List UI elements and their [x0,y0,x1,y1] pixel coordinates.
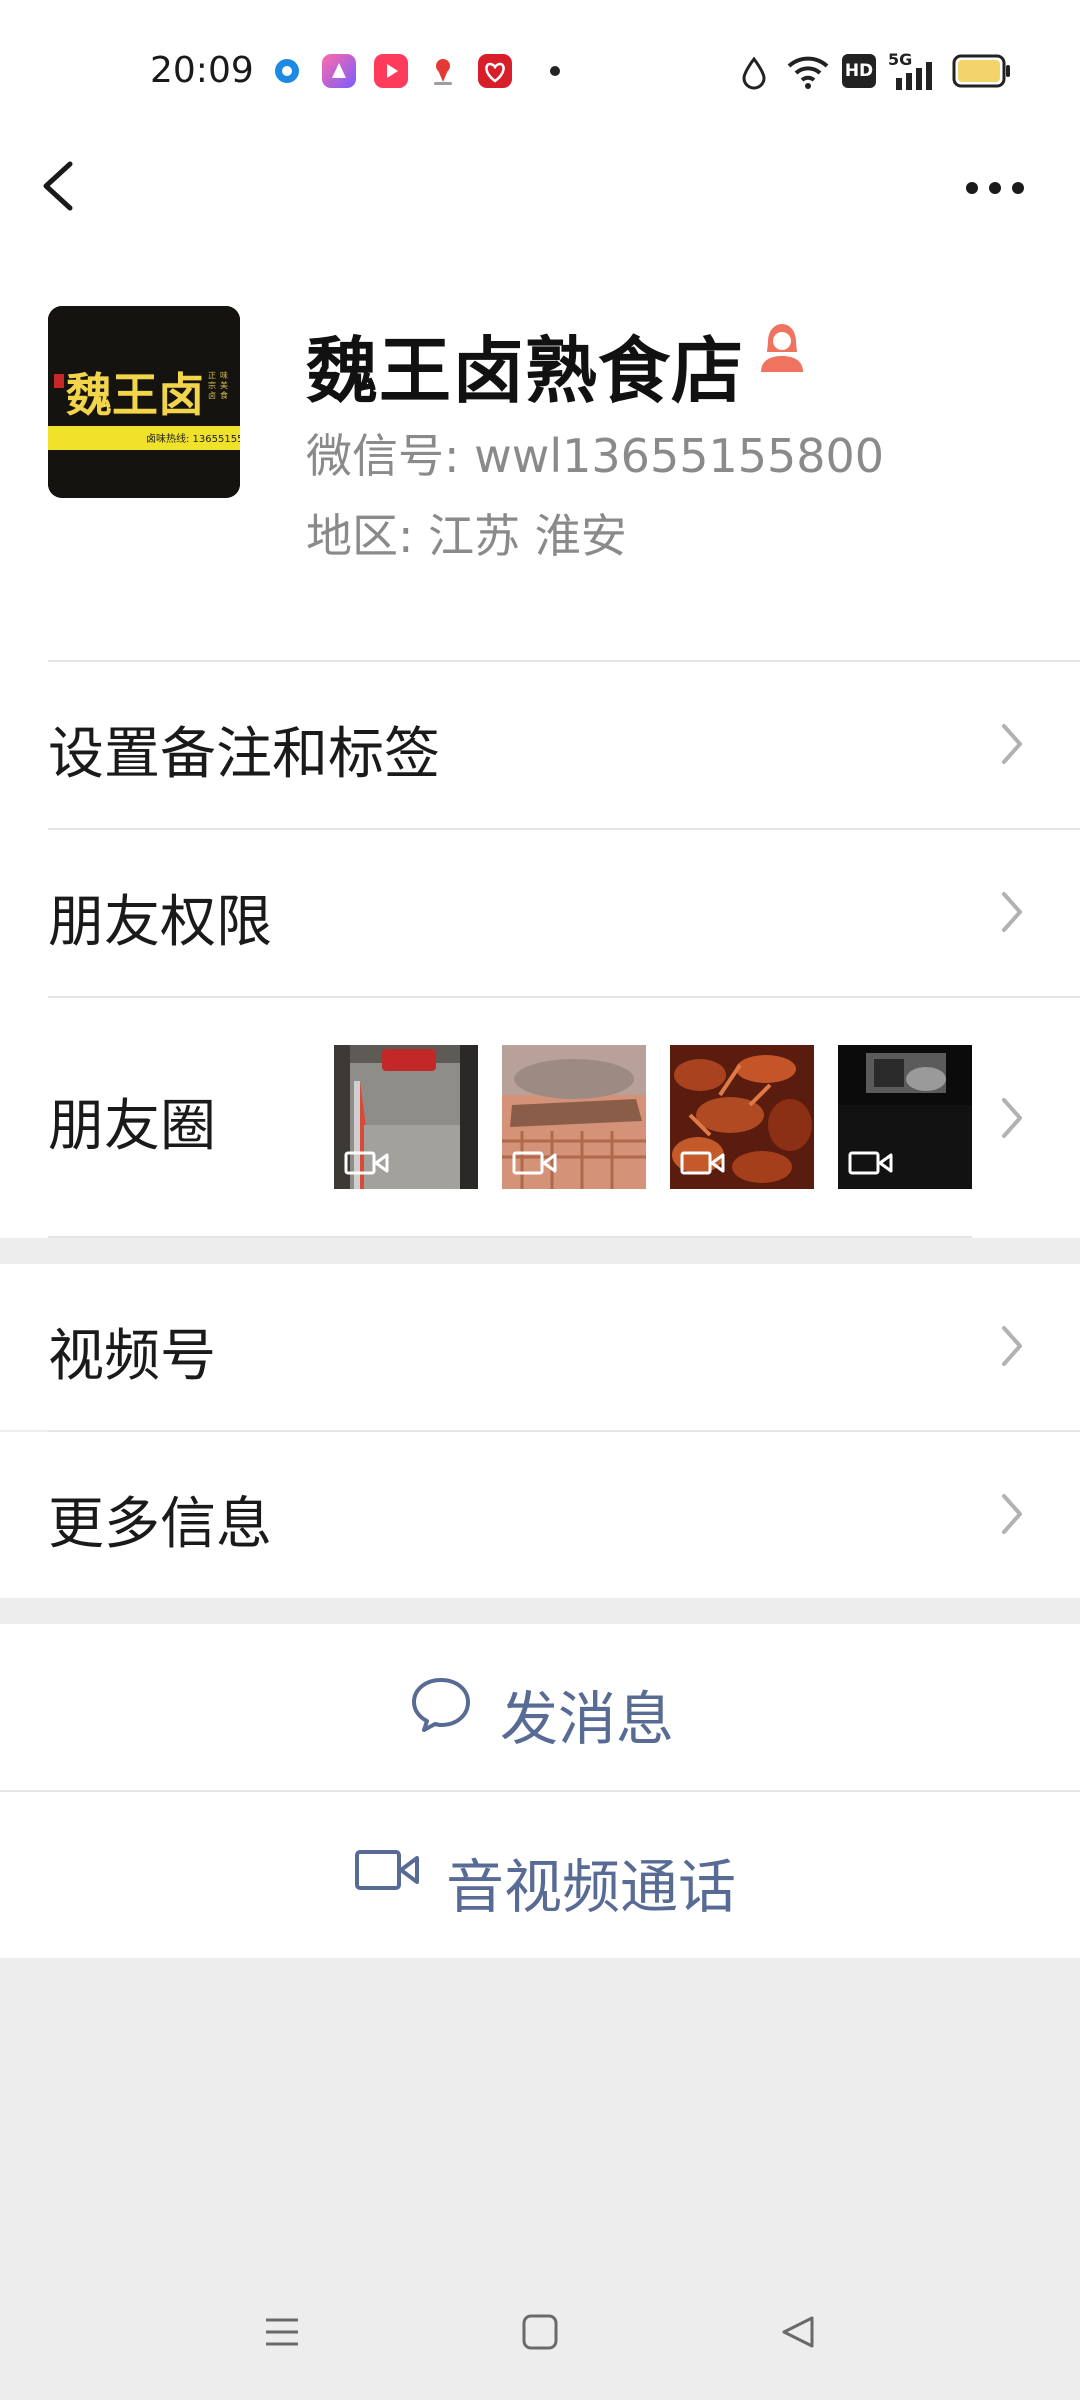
avatar-shop-name: 魏王卤 [66,368,204,422]
friend-permissions-label: 朋友权限 [48,890,272,955]
wechat-id: 微信号: wwl13655155800 [306,429,885,483]
status-bar: 20:09 HD 5G [0,0,1080,140]
moments-thumbnail[interactable] [334,1045,478,1189]
more-info-row[interactable]: 更多信息 [0,1432,1080,1598]
heart-app-icon [478,54,512,88]
avatar[interactable]: 魏王卤 正宗卤味美食 卤味热线: 13655155 [48,306,240,498]
more-options-button[interactable] [960,160,1030,216]
back-nav-icon[interactable] [778,2312,818,2352]
ellipsis-icon [966,182,1024,194]
chevron-right-icon [1002,1326,1022,1366]
avatar-phone-text: 卤味热线: 13655155 [146,432,240,445]
region: 地区: 江苏 淮安 [306,509,627,563]
chevron-right-icon [1002,892,1022,932]
wifi-icon [787,56,829,89]
video-icon [848,1151,893,1175]
more-notifications-dot [550,66,560,76]
battery-icon [952,54,1010,88]
video-call-label: 音视频通话 [446,1853,737,1921]
channels-row[interactable]: 视频号 [0,1264,1080,1430]
send-message-label: 发消息 [500,1685,675,1753]
remarks-tags-label: 设置备注和标签 [48,722,440,787]
chevron-right-icon [1002,724,1022,764]
more-info-label: 更多信息 [48,1492,272,1557]
app-icon-purple [322,54,356,88]
chat-bubble-icon [412,1678,470,1732]
back-button[interactable] [30,150,90,222]
female-user-icon [761,324,803,372]
moments-thumbnail[interactable] [838,1045,972,1189]
divider [48,1236,972,1238]
chevron-right-icon [1002,1098,1022,1138]
video-camera-icon [355,1850,419,1890]
video-app-icon [374,54,408,88]
moments-thumbnail[interactable] [670,1045,814,1189]
avatar-image: 魏王卤 正宗卤味美食 卤味热线: 13655155 [48,306,240,498]
video-icon [512,1151,557,1175]
water-drop-icon [742,56,766,90]
location-app-icon [426,54,460,88]
channels-label: 视频号 [48,1324,216,1389]
profile-page: 20:09 HD 5G 魏王卤 正宗卤味美食 卤味热线: 13655155 魏王… [0,0,1080,1238]
moments-thumbnail[interactable] [502,1045,646,1189]
chevron-left-icon [43,161,73,211]
dot-app-icon [270,54,304,88]
video-icon [344,1151,389,1175]
video-icon [680,1151,725,1175]
friend-permissions-row[interactable]: 朋友权限 [0,830,1080,996]
send-message-button[interactable]: 发消息 [0,1624,1080,1790]
signal-icon: 5G [888,50,936,90]
status-time: 20:09 [150,50,254,91]
hd-label: HD [844,61,874,81]
moments-label: 朋友圈 [48,1094,216,1159]
hd-icon: HD [842,54,876,88]
video-call-button[interactable]: 音视频通话 [0,1792,1080,1958]
chevron-right-icon [1002,1494,1022,1534]
menu-nav-icon[interactable] [262,2312,302,2352]
home-nav-icon[interactable] [520,2312,560,2352]
profile-name: 魏王卤熟食店 [306,329,745,413]
remarks-tags-row[interactable]: 设置备注和标签 [0,662,1080,828]
